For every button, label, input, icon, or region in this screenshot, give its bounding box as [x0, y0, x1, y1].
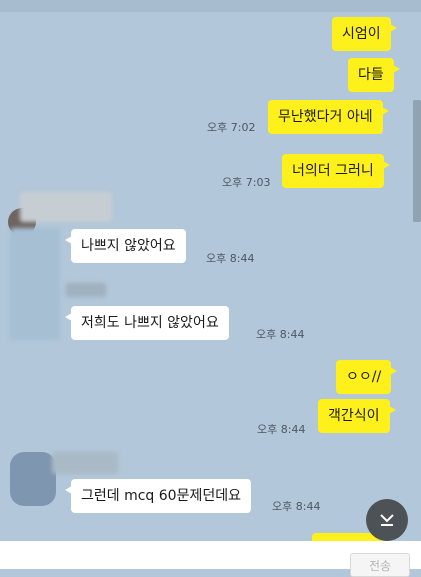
top-bar — [0, 0, 421, 12]
avatar[interactable] — [10, 452, 56, 506]
message-text: 무난했다거 아네 — [278, 109, 373, 125]
other-message-bubble[interactable]: 저희도 나쁘지 않았어요 — [65, 306, 229, 340]
message-text: 다들 — [358, 67, 384, 83]
send-button[interactable]: 전송 — [350, 553, 410, 577]
message-time: 오후 8:44 — [206, 252, 255, 265]
message-input-area[interactable]: 전송 — [0, 541, 421, 577]
message-text: 그런데 mcq 60문제던데요 — [81, 488, 241, 504]
message-text: ㅇㅇ// — [346, 369, 382, 385]
sender-name-blurred — [66, 283, 106, 297]
sender-name-blurred — [52, 452, 118, 474]
message-text: 너의더 그러니 — [292, 163, 374, 179]
send-button-label: 전송 — [368, 559, 392, 573]
message-time: 오후 8:44 — [257, 423, 306, 436]
my-message-bubble[interactable]: 객간식이 — [318, 399, 396, 433]
message-time: 오후 7:02 — [207, 121, 256, 134]
other-message-bubble[interactable]: 나쁘지 않았어요 — [65, 229, 186, 263]
other-message-bubble[interactable]: 그런데 mcq 60문제던데요 — [65, 479, 251, 513]
my-message-bubble[interactable]: 무난했다거 아네 — [268, 100, 389, 134]
my-message-bubble[interactable]: 너의더 그러니 — [282, 154, 390, 188]
message-text: 나쁘지 않았어요 — [81, 238, 176, 254]
my-message-bubble[interactable]: 시엄이 — [332, 17, 397, 51]
message-time: 오후 8:44 — [256, 328, 305, 341]
message-time: 오후 8:44 — [272, 500, 321, 513]
blurred-region — [10, 228, 60, 340]
scroll-to-bottom-button[interactable] — [366, 499, 408, 541]
arrow-down-to-line-icon — [380, 514, 394, 526]
chat-area[interactable]: 시엄이 다들 오후 7:02 무난했다거 아네 오후 7:03 너의더 그러니 … — [0, 12, 421, 541]
message-text: 객간식이 — [328, 408, 380, 424]
my-message-bubble[interactable]: 다들 — [348, 58, 400, 92]
scrollbar[interactable] — [413, 100, 421, 222]
message-time: 오후 7:03 — [222, 176, 271, 189]
my-message-bubble[interactable]: ㅇㅇ// — [336, 360, 398, 394]
message-text: 시엄이 — [342, 26, 381, 42]
message-text: 저희도 나쁘지 않았어요 — [81, 315, 219, 331]
sender-name-blurred — [20, 192, 112, 222]
